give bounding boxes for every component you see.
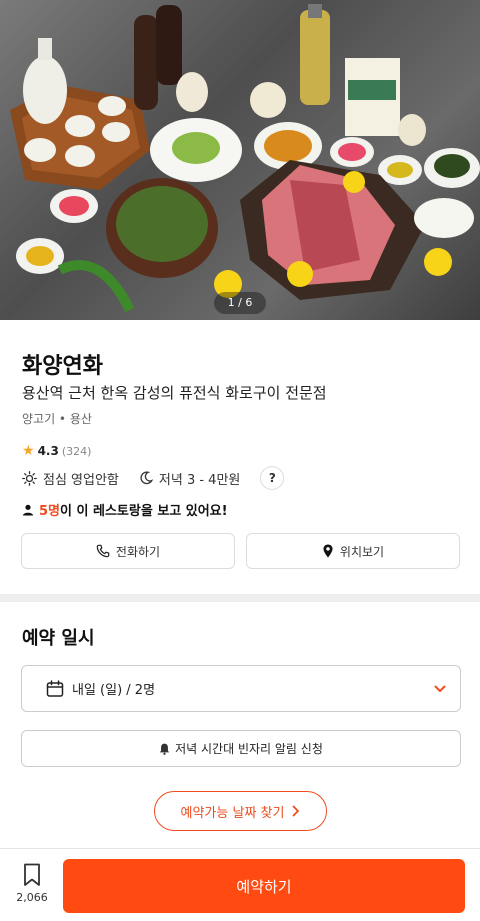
location-button[interactable]: 위치보기 — [246, 533, 460, 569]
restaurant-name: 화양연화 — [22, 354, 103, 379]
restaurant-subtitle: 용산역 근처 한옥 감성의 퓨전식 화로구이 전문점 — [22, 384, 327, 402]
section-divider — [0, 594, 480, 602]
rating-count: (324) — [61, 444, 92, 458]
viewing-text: 이 이 레스토랑을 보고 있어요! — [60, 504, 228, 519]
dinner-info: 저녁 3 - 4만원 — [139, 469, 240, 488]
dinner-price: 저녁 3 - 4만원 — [158, 472, 241, 488]
chevron-right-icon — [293, 805, 300, 817]
chevron-down-icon — [434, 685, 446, 692]
rating-row[interactable]: ★ 4.3 (324) — [22, 443, 91, 459]
vacancy-alert-button[interactable]: 저녁 시간대 빈자리 알림 신청 — [21, 730, 461, 767]
price-help-button[interactable]: ? — [260, 466, 285, 490]
food-photo — [10, 4, 480, 313]
price-hours-row: 점심 영업안함 저녁 3 - 4만원 ? — [22, 466, 285, 490]
star-icon: ★ — [22, 443, 35, 459]
bookmark-button[interactable]: 2,066 — [12, 863, 52, 913]
date-party-value: 내일 (일) / 2명 — [72, 683, 156, 698]
moon-icon — [140, 471, 153, 485]
lunch-label: 점심 영업안함 — [43, 472, 119, 488]
viewing-notice: 5명 이 이 레스토랑을 보고 있어요! — [22, 500, 228, 519]
viewing-count: 5명 — [39, 504, 61, 519]
find-dates-label: 예약가능 날짜 찾기 — [180, 805, 285, 821]
location-label: 위치보기 — [339, 544, 385, 559]
vacancy-alert-label: 저녁 시간대 빈자리 알림 신청 — [175, 742, 323, 756]
bell-icon — [159, 743, 170, 755]
restaurant-category: 양고기 • 용산 — [22, 412, 92, 426]
find-available-dates-button[interactable]: 예약가능 날짜 찾기 — [154, 791, 327, 831]
date-party-selector[interactable]: 내일 (일) / 2명 — [21, 665, 461, 712]
calendar-icon — [46, 679, 64, 697]
call-label: 전화하기 — [115, 544, 161, 559]
sun-icon — [22, 470, 37, 486]
bookmark-icon — [24, 863, 40, 886]
hero-image[interactable]: 1 / 6 — [0, 0, 480, 320]
phone-icon — [96, 544, 110, 558]
person-icon — [23, 504, 33, 515]
reservation-section-title: 예약 일시 — [22, 628, 95, 649]
bookmark-count: 2,066 — [16, 891, 48, 904]
call-button[interactable]: 전화하기 — [21, 533, 235, 569]
image-pager: 1 / 6 — [214, 292, 266, 314]
reserve-button[interactable]: 예약하기 — [63, 859, 465, 913]
map-pin-icon — [323, 544, 333, 558]
rating-value: 4.3 — [37, 444, 59, 458]
lunch-info: 점심 영업안함 — [22, 469, 119, 488]
bottom-action-bar: 2,066 예약하기 — [0, 848, 480, 921]
